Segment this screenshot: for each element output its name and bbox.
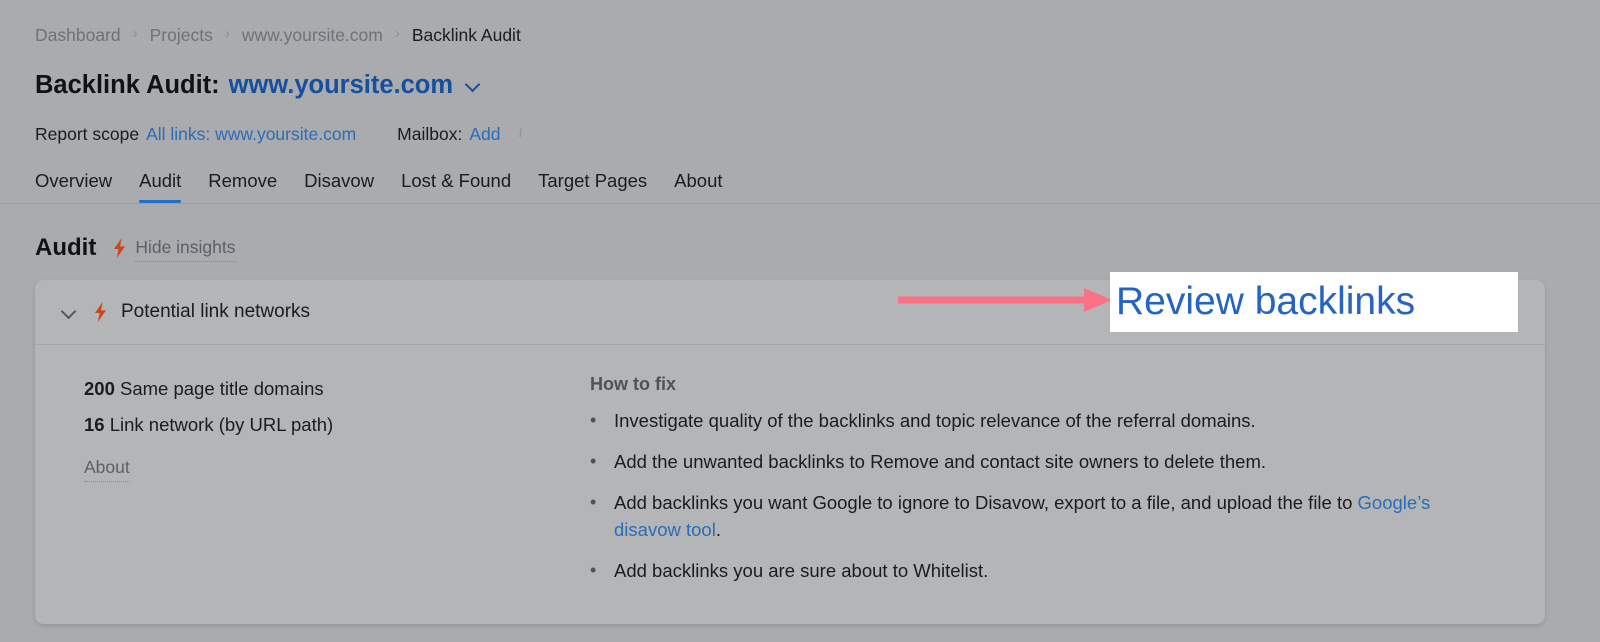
bullet-icon: • — [590, 407, 614, 434]
breadcrumb-item-backlink-audit: Backlink Audit — [412, 23, 521, 47]
report-scope-label: Report scope — [35, 122, 139, 146]
page-section-title: Audit — [35, 232, 96, 264]
tab-audit[interactable]: Audit — [139, 168, 181, 203]
chevron-down-icon[interactable] — [466, 78, 481, 93]
list-item-text: Add the unwanted backlinks to Remove and… — [614, 448, 1266, 475]
stat-label: Link network (by URL path) — [110, 414, 333, 435]
annotation-callout: Review backlinks — [1110, 272, 1518, 332]
tab-bar: Overview Audit Remove Disavow Lost & Fou… — [35, 168, 750, 203]
tab-lost-and-found[interactable]: Lost & Found — [401, 168, 511, 203]
tab-disavow[interactable]: Disavow — [304, 168, 374, 203]
list-item-text: Add backlinks you want Google to ignore … — [614, 489, 1470, 543]
hide-insights-link[interactable]: Hide insights — [135, 235, 235, 262]
stat-value: 200 — [84, 378, 115, 399]
stat-value: 16 — [84, 414, 105, 435]
list-item: • Add backlinks you are sure about to Wh… — [590, 557, 1470, 584]
how-to-fix-list: • Investigate quality of the backlinks a… — [590, 407, 1505, 584]
list-item: • Investigate quality of the backlinks a… — [590, 407, 1470, 434]
bullet-icon: • — [590, 557, 614, 584]
list-item: • Add the unwanted backlinks to Remove a… — [590, 448, 1470, 475]
tab-about[interactable]: About — [674, 168, 722, 203]
report-scope-value-link[interactable]: All links: www.yoursite.com — [146, 122, 356, 146]
stat-row: 16 Link network (by URL path) — [84, 407, 590, 443]
insight-card-title: Potential link networks — [121, 299, 310, 325]
lightning-bolt-icon — [113, 238, 126, 258]
page-title: Backlink Audit: www.yoursite.com — [35, 68, 481, 102]
insight-card-body: 200 Same page title domains 16 Link netw… — [35, 345, 1545, 598]
tab-target-pages[interactable]: Target Pages — [538, 168, 647, 203]
section-header: Audit Hide insights — [35, 232, 236, 264]
stat-label: Same page title domains — [120, 378, 324, 399]
breadcrumb-item-projects[interactable]: Projects — [150, 23, 213, 47]
mailbox-group: Mailbox: Add i — [397, 122, 527, 146]
breadcrumb-item-dashboard[interactable]: Dashboard — [35, 23, 121, 47]
annotation-text: Review backlinks — [1116, 279, 1415, 325]
insight-stats-column: 200 Same page title domains 16 Link netw… — [35, 371, 590, 598]
stat-row: 200 Same page title domains — [84, 371, 590, 407]
breadcrumb-separator-icon: › — [395, 22, 400, 46]
mailbox-add-link[interactable]: Add — [469, 122, 500, 146]
about-link[interactable]: About — [84, 455, 130, 482]
breadcrumb: Dashboard › Projects › www.yoursite.com … — [35, 23, 521, 47]
how-to-fix-title: How to fix — [590, 371, 1505, 397]
breadcrumb-item-site[interactable]: www.yoursite.com — [242, 23, 383, 47]
breadcrumb-separator-icon: › — [133, 22, 138, 46]
project-domain-link[interactable]: www.yoursite.com — [229, 68, 453, 102]
tab-remove[interactable]: Remove — [208, 168, 277, 203]
report-scope-row: Report scope All links: www.yoursite.com… — [35, 122, 527, 146]
lightning-bolt-icon — [94, 302, 107, 322]
bullet-icon: • — [590, 489, 614, 543]
list-item-text: Investigate quality of the backlinks and… — [614, 407, 1256, 434]
list-item-text: Add backlinks you are sure about to Whit… — [614, 557, 988, 584]
page-title-prefix: Backlink Audit: — [35, 68, 220, 102]
bullet-icon: • — [590, 448, 614, 475]
tab-overview[interactable]: Overview — [35, 168, 112, 203]
breadcrumb-separator-icon: › — [225, 22, 230, 46]
info-icon[interactable]: i — [513, 125, 527, 143]
list-item: • Add backlinks you want Google to ignor… — [590, 489, 1470, 543]
how-to-fix-column: How to fix • Investigate quality of the … — [590, 371, 1545, 598]
tab-bar-divider — [0, 203, 1600, 204]
chevron-down-icon[interactable] — [60, 303, 78, 321]
mailbox-label: Mailbox: — [397, 122, 462, 146]
